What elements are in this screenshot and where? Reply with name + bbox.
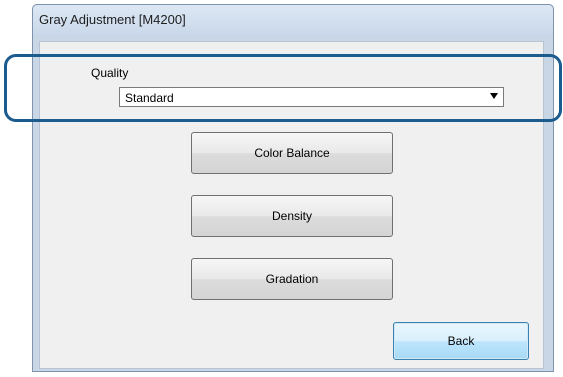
- chevron-down-icon: [490, 93, 498, 99]
- title-bar: Gray Adjustment [M4200]: [33, 5, 553, 35]
- quality-dropdown[interactable]: Standard: [119, 87, 504, 107]
- quality-label: Quality: [91, 66, 129, 80]
- density-button[interactable]: Density: [191, 195, 393, 237]
- gradation-button[interactable]: Gradation: [191, 258, 393, 300]
- back-button[interactable]: Back: [393, 322, 529, 360]
- gray-adjustment-window: Gray Adjustment [M4200] Quality Standard…: [32, 4, 554, 372]
- window-title: Gray Adjustment [M4200]: [39, 12, 186, 27]
- dialog-body: Quality Standard Color Balance Density G…: [39, 41, 544, 369]
- color-balance-button[interactable]: Color Balance: [191, 132, 393, 174]
- quality-selected-value: Standard: [125, 91, 174, 105]
